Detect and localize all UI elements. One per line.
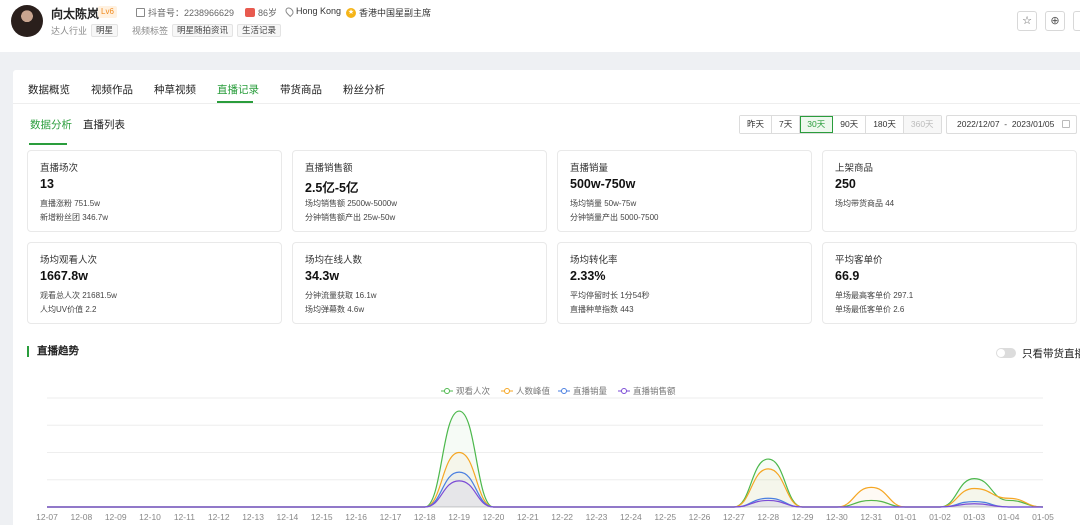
x-tick-label: 12-13	[242, 512, 264, 522]
legend-marker	[504, 388, 510, 394]
legend-label: 人数峰值	[516, 386, 551, 396]
star-badge-icon: ★	[346, 7, 356, 18]
tab-products[interactable]: 带货商品	[280, 82, 322, 97]
tab-fans[interactable]: 粉丝分析	[343, 82, 385, 97]
x-tick-label: 12-09	[105, 512, 127, 522]
video-tags: 视频标签 明星随拍资讯 生活记录	[132, 24, 282, 37]
tab-overview[interactable]: 数据概览	[28, 82, 70, 97]
main-card: 数据概览 视频作品 种草视频 直播记录 带货商品 粉丝分析 数据分析 直播列表 …	[13, 70, 1080, 525]
legend-marker	[621, 388, 627, 394]
sales-only-toggle[interactable]	[996, 348, 1016, 358]
level-badge: Lv6	[98, 6, 117, 18]
x-tick-label: 12-16	[345, 512, 367, 522]
x-tick-label: 01-03	[963, 512, 985, 522]
id-card-icon	[136, 8, 145, 17]
x-tick-label: 12-26	[689, 512, 711, 522]
x-tick-label: 12-11	[174, 512, 195, 522]
stat-card: 直播销售额 2.5亿-5亿 场均销售额 2500w-5000w 分钟销售额产出 …	[292, 150, 547, 232]
tab-seeding-videos[interactable]: 种草视频	[154, 82, 196, 97]
date-range-picker[interactable]: 2022/12/07 - 2023/01/05	[946, 115, 1077, 134]
age: 86岁	[245, 6, 277, 19]
x-tick-label: 01-01	[895, 512, 917, 522]
range-selector: 昨天 7天 30天 90天 180天 360天	[739, 115, 942, 134]
favorite-button[interactable]: ☆	[1017, 11, 1037, 31]
legend-marker	[444, 388, 450, 394]
x-tick-label: 12-20	[483, 512, 505, 522]
tab-videos[interactable]: 视频作品	[91, 82, 133, 97]
x-tick-label: 01-04	[998, 512, 1020, 522]
honor-title: ★ 香港中国星副主席	[346, 7, 432, 18]
legend-label: 直播销售额	[633, 386, 676, 396]
x-tick-label: 12-31	[860, 512, 882, 522]
active-tab-indicator	[217, 101, 253, 103]
x-tick-label: 12-19	[448, 512, 470, 522]
douyin-id: 抖音号：2238966629	[136, 6, 234, 19]
add-button[interactable]: ⊕	[1045, 11, 1065, 31]
x-tick-label: 12-18	[414, 512, 436, 522]
location: Hong Kong	[283, 5, 341, 17]
x-tick-label: 12-30	[826, 512, 848, 522]
x-tick-label: 12-22	[551, 512, 573, 522]
sales-only-label: 只看带货直播	[1022, 348, 1080, 360]
x-tick-label: 12-23	[586, 512, 608, 522]
stat-card: 上架商品 250 场均带货商品 44	[822, 150, 1077, 232]
x-tick-label: 12-25	[654, 512, 676, 522]
live-trend-chart: 观看人次 人数峰值 直播销量 直播销售额 12-07 12-08 12-09 12-10 12-…	[36, 386, 1054, 522]
active-subtab-indicator	[29, 143, 67, 145]
calendar-icon	[1062, 120, 1070, 128]
stat-card: 场均在线人数 34.3w 分钟流量获取 16.1w 场均弹幕数 4.6w	[292, 242, 547, 324]
industry: 达人行业 明星	[51, 24, 119, 37]
x-tick-label: 12-17	[380, 512, 402, 522]
x-tick-label: 12-14	[277, 512, 299, 522]
x-tick-label: 12-28	[757, 512, 779, 522]
age-icon	[245, 8, 255, 17]
stat-card: 直播销量 500w-750w 场均销量 50w-75w 分钟销量产出 5000-…	[557, 150, 812, 232]
stat-card: 直播场次 13 直播涨粉 751.5w 新增粉丝团 346.7w	[27, 150, 282, 232]
x-tick-label: 12-27	[723, 512, 745, 522]
x-tick-label: 12-10	[139, 512, 161, 522]
range-360d: 360天	[903, 116, 941, 133]
video-tag: 明星随拍资讯	[172, 24, 234, 37]
tab-live-records[interactable]: 直播记录	[217, 82, 259, 97]
x-tick-label: 12-29	[792, 512, 814, 522]
range-30d[interactable]: 30天	[800, 116, 834, 133]
subtab-analysis[interactable]: 数据分析	[30, 117, 72, 132]
location-pin-icon	[283, 5, 296, 17]
x-tick-label: 12-12	[208, 512, 230, 522]
x-tick-label: 12-15	[311, 512, 333, 522]
range-180d[interactable]: 180天	[866, 116, 904, 133]
industry-tag: 明星	[91, 24, 119, 37]
video-tag: 生活记录	[237, 24, 282, 37]
subtab-live-list[interactable]: 直播列表	[83, 117, 125, 132]
avatar[interactable]	[11, 5, 43, 37]
stat-card: 平均客单价 66.9 单场最高客单价 297.1 单场最低客单价 2.6	[822, 242, 1077, 324]
stat-card: 场均观看人次 1667.8w 观看总人次 21681.5w 人均UV价值 2.2	[27, 242, 282, 324]
x-tick-label: 01-05	[1032, 512, 1054, 522]
legend-label: 直播销量	[573, 386, 608, 396]
range-7d[interactable]: 7天	[772, 116, 801, 133]
profile-header: 向太陈岚 Lv6 抖音号：2238966629 86岁 Hong Kong ★ …	[0, 0, 1080, 52]
x-tick-label: 01-02	[929, 512, 951, 522]
x-tick-label: 12-08	[70, 512, 92, 522]
legend-label: 观看人次	[456, 386, 491, 396]
range-90d[interactable]: 90天	[833, 116, 867, 133]
more-button[interactable]	[1073, 11, 1080, 31]
x-tick-label: 12-24	[620, 512, 642, 522]
x-tick-label: 12-07	[36, 512, 58, 522]
legend-marker	[561, 388, 567, 394]
range-yesterday[interactable]: 昨天	[740, 116, 773, 133]
x-tick-label: 12-21	[517, 512, 539, 522]
stat-card: 场均转化率 2.33% 平均停留时长 1分54秒 直播种草指数 443	[557, 242, 812, 324]
profile-name: 向太陈岚	[51, 7, 100, 21]
trend-title: 直播趋势	[27, 346, 79, 357]
main-tabs: 数据概览 视频作品 种草视频 直播记录 带货商品 粉丝分析	[13, 70, 1080, 104]
